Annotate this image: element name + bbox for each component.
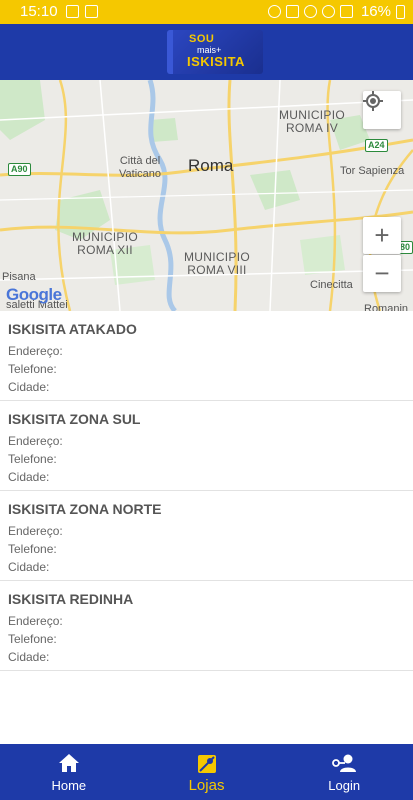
map-label-tor-sapienza: Tor Sapienza bbox=[340, 165, 405, 177]
store-item[interactable]: ISKISITA REDINHA Endereço: Telefone: Cid… bbox=[0, 581, 413, 671]
map-icon bbox=[197, 755, 216, 773]
google-logo: Google bbox=[6, 285, 62, 304]
road-shield-a24: A24 bbox=[365, 139, 388, 152]
bottom-navigation: Home Lojas Login bbox=[0, 744, 413, 800]
nav-home-label: Home bbox=[51, 778, 87, 793]
zoom-out-button[interactable]: − bbox=[363, 255, 401, 292]
image-icon bbox=[66, 5, 79, 18]
logo-line-3: ISKISITA bbox=[187, 54, 245, 69]
store-address: Endereço: bbox=[8, 524, 63, 538]
my-location-button[interactable] bbox=[363, 91, 401, 129]
nav-login[interactable]: Login bbox=[275, 744, 413, 800]
map-label-muni-viii: MUNICIPIO ROMA VIII bbox=[183, 250, 251, 277]
map-label-citta: Città del Vaticano bbox=[119, 155, 161, 180]
store-phone: Telefone: bbox=[8, 362, 57, 376]
nav-login-label: Login bbox=[328, 778, 361, 793]
notification-icon bbox=[85, 5, 98, 18]
map-label-cinecitta: Cinecitta bbox=[310, 279, 353, 291]
nav-home[interactable]: Home bbox=[0, 744, 138, 800]
location-target-icon bbox=[363, 91, 383, 111]
road-shield-a90: A90 bbox=[8, 163, 31, 176]
user-key-icon bbox=[332, 754, 357, 772]
store-city: Cidade: bbox=[8, 470, 50, 484]
map-label-pisana: Pisana bbox=[2, 271, 36, 283]
store-item[interactable]: ISKISITA ZONA NORTE Endereço: Telefone: … bbox=[0, 491, 413, 581]
store-address: Endereço: bbox=[8, 434, 63, 448]
map-label-muni-iv: MUNICIPIO ROMA IV bbox=[278, 108, 346, 135]
store-map[interactable]: MUNICIPIO ROMA IV Città del Vaticano Rom… bbox=[0, 80, 413, 311]
store-phone: Telefone: bbox=[8, 542, 57, 556]
wifi-icon bbox=[322, 5, 335, 18]
store-city: Cidade: bbox=[8, 650, 50, 664]
store-name: ISKISITA ATAKADO bbox=[8, 321, 137, 337]
app-header: SOU mais+ ISKISITA bbox=[0, 24, 413, 80]
store-city: Cidade: bbox=[8, 380, 50, 394]
brand-logo: SOU mais+ ISKISITA bbox=[167, 30, 263, 74]
google-attribution: Google bbox=[6, 285, 62, 305]
map-label-roma: Roma bbox=[188, 156, 234, 175]
zoom-in-button[interactable]: + bbox=[363, 217, 401, 254]
battery-icon bbox=[396, 5, 405, 19]
map-label-muni-xii: MUNICIPIO ROMA XII bbox=[71, 230, 139, 257]
store-phone: Telefone: bbox=[8, 452, 57, 466]
store-address: Endereço: bbox=[8, 344, 63, 358]
logo-line-1: SOU bbox=[189, 33, 215, 45]
nav-lojas[interactable]: Lojas bbox=[138, 744, 276, 800]
store-address: Endereço: bbox=[8, 614, 63, 628]
home-icon bbox=[58, 754, 79, 772]
status-bar: 15:10 16% bbox=[0, 0, 413, 24]
map-label-romanina: Romanin bbox=[364, 303, 409, 311]
store-item[interactable]: ISKISITA ZONA SUL Endereço: Telefone: Ci… bbox=[0, 401, 413, 491]
status-left-icons bbox=[66, 5, 98, 18]
store-name: ISKISITA ZONA SUL bbox=[8, 411, 141, 427]
status-right-icons bbox=[268, 5, 353, 18]
status-time: 15:10 bbox=[20, 3, 58, 20]
nav-lojas-label: Lojas bbox=[188, 777, 225, 794]
alarm-icon bbox=[268, 5, 281, 18]
mute-icon bbox=[286, 5, 299, 18]
store-city: Cidade: bbox=[8, 560, 50, 574]
store-list: ISKISITA ATAKADO Endereço: Telefone: Cid… bbox=[0, 311, 413, 671]
signal-icon bbox=[340, 5, 353, 18]
location-icon bbox=[304, 5, 317, 18]
store-item[interactable]: ISKISITA ATAKADO Endereço: Telefone: Cid… bbox=[0, 311, 413, 401]
store-phone: Telefone: bbox=[8, 632, 57, 646]
store-name: ISKISITA ZONA NORTE bbox=[8, 501, 162, 517]
store-name: ISKISITA REDINHA bbox=[8, 591, 134, 607]
battery-level: 16% bbox=[360, 3, 391, 20]
